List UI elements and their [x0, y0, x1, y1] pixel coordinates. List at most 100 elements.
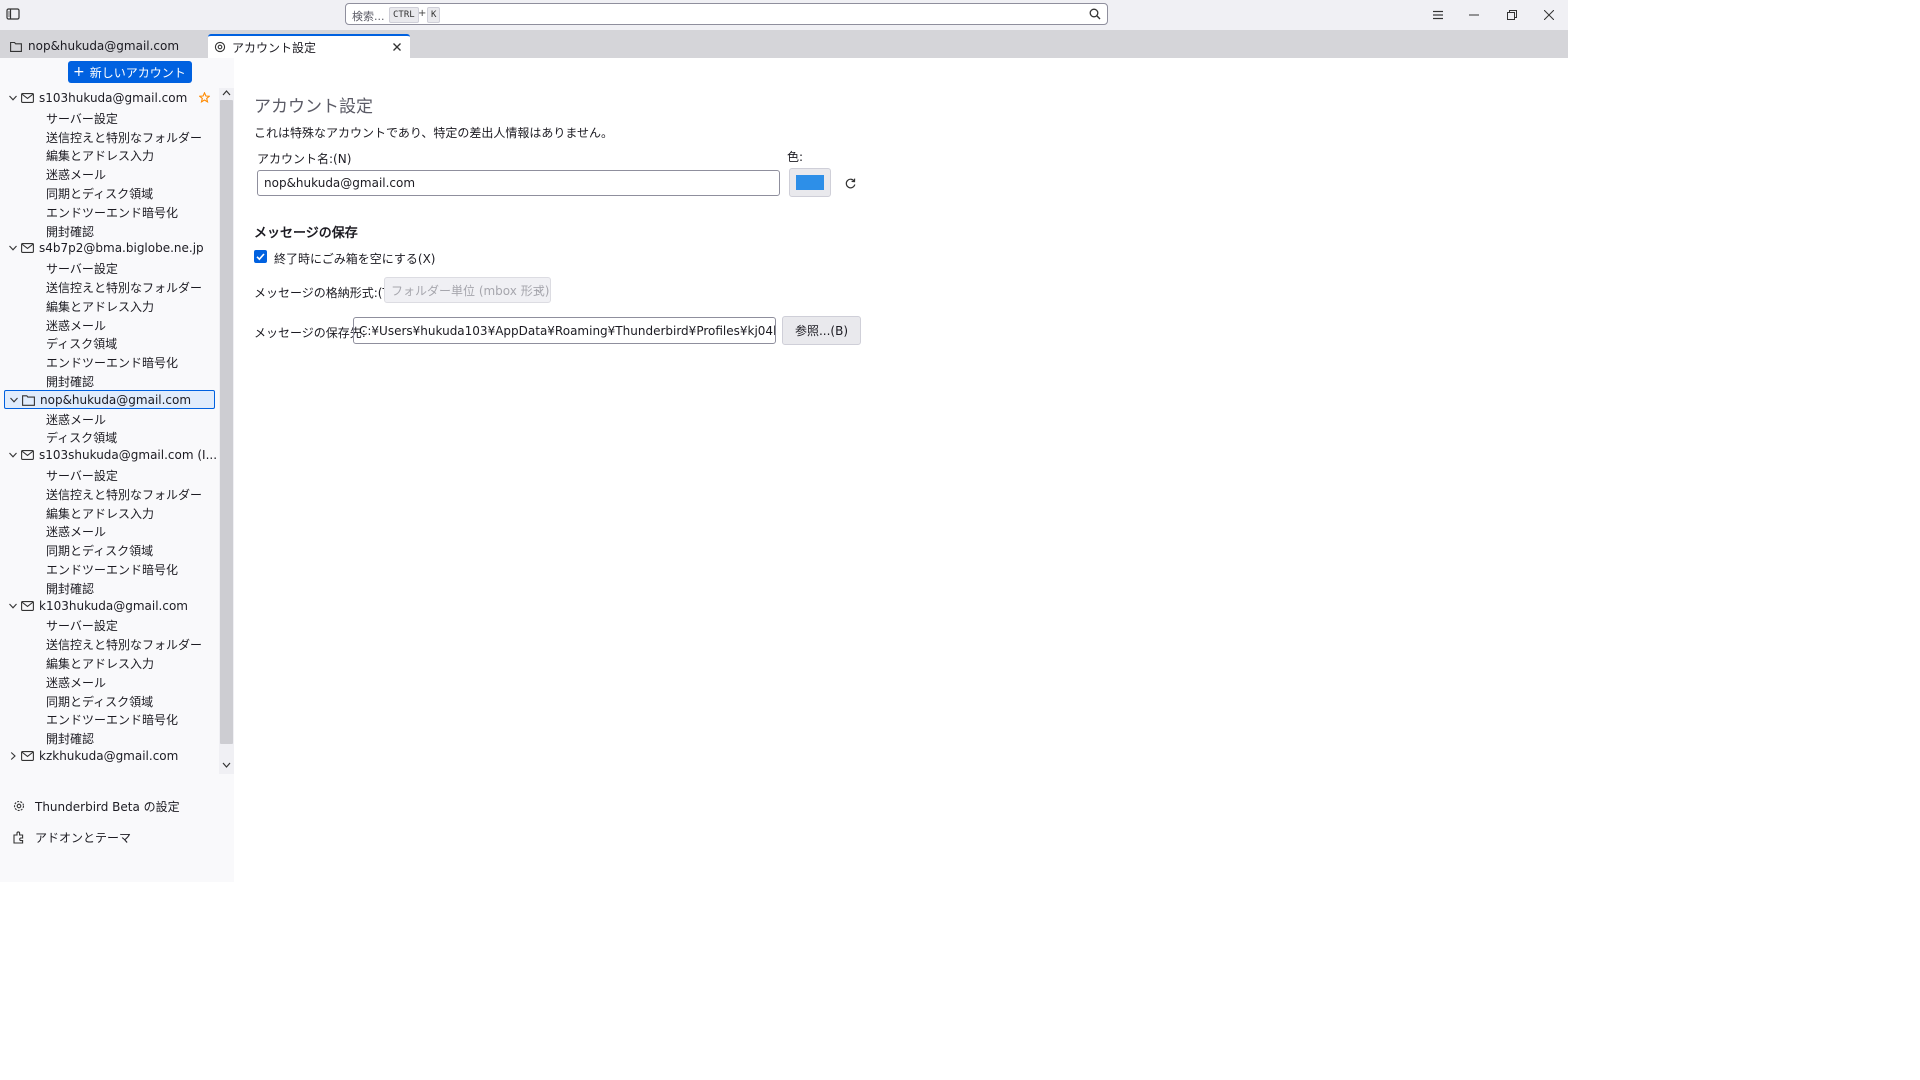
- puzzle-piece-icon: [13, 831, 24, 844]
- empty-trash-label[interactable]: 終了時にごみ箱を空にする(X): [274, 250, 435, 267]
- sidebar-settings-item[interactable]: 迷惑メール: [0, 672, 219, 691]
- spaces-toolbar-icon[interactable]: [6, 7, 20, 21]
- chevron-down-icon[interactable]: [8, 243, 18, 253]
- empty-trash-checkbox[interactable]: [254, 250, 267, 263]
- settings-gear-icon: [214, 41, 226, 53]
- account-name: s103shukuda@gmail.com (I...: [39, 448, 218, 463]
- sidebar-settings-item[interactable]: サーバー設定: [0, 108, 219, 127]
- settings-item-label: サーバー設定: [46, 619, 118, 634]
- settings-item-label: 送信控えと特別なフォルダー: [46, 281, 203, 295]
- chevron-down-icon[interactable]: [8, 601, 18, 611]
- minimize-button[interactable]: [1456, 0, 1492, 30]
- title-bar: 検索... CTRL + K: [0, 0, 1568, 30]
- sidebar-settings-item[interactable]: 同期とディスク領域: [0, 183, 219, 202]
- sidebar-account-item[interactable]: s103shukuda@gmail.com (I...: [0, 446, 219, 465]
- search-icon[interactable]: [1089, 8, 1101, 20]
- settings-item-label: ディスク領域: [46, 337, 118, 352]
- tab-label: アカウント設定: [232, 40, 317, 55]
- store-path-value: C:¥Users¥hukuda103¥AppData¥Roaming¥Thund…: [359, 323, 776, 338]
- sidebar-settings-item[interactable]: エンドツーエンド暗号化: [0, 709, 219, 728]
- new-account-label: 新しいアカウント: [89, 65, 186, 80]
- mail-account-icon: [21, 450, 34, 461]
- browse-button[interactable]: 参照...(B): [782, 316, 861, 345]
- sidebar-settings-item[interactable]: サーバー設定: [0, 615, 219, 634]
- sidebar-settings-item[interactable]: 同期とディスク領域: [0, 540, 219, 559]
- sidebar-settings-item[interactable]: ディスク領域: [0, 333, 219, 352]
- mail-account-icon: [21, 93, 34, 103]
- sidebar-settings-item[interactable]: 迷惑メール: [0, 521, 219, 540]
- sidebar-settings-item[interactable]: サーバー設定: [0, 258, 219, 277]
- checkmark-icon: [256, 253, 265, 261]
- close-tab-icon[interactable]: [390, 40, 404, 54]
- account-name-input[interactable]: nop&hukuda@gmail.com: [257, 170, 780, 196]
- sidebar-settings-item[interactable]: 編集とアドレス入力: [0, 653, 219, 672]
- sidebar-settings-item[interactable]: エンドツーエンド暗号化: [0, 352, 219, 371]
- shortcut-plus: +: [418, 8, 427, 19]
- store-path-input[interactable]: C:¥Users¥hukuda103¥AppData¥Roaming¥Thund…: [353, 317, 776, 344]
- local-folders-icon: [22, 395, 35, 406]
- scroll-up-icon[interactable]: [221, 88, 232, 98]
- message-storage-heading: メッセージの保存: [254, 226, 358, 241]
- settings-item-label: 編集とアドレス入力: [46, 149, 155, 164]
- settings-item-label: エンドツーエンド暗号化: [46, 713, 179, 728]
- account-name: k103hukuda@gmail.com: [39, 598, 188, 613]
- tab-bar: nop&hukuda@gmail.com アカウント設定: [0, 30, 1568, 58]
- sidebar-settings-item[interactable]: サーバー設定: [0, 465, 219, 484]
- sidebar-settings-item[interactable]: 開封確認: [0, 371, 219, 390]
- account-name: s4b7p2@bma.biglobe.ne.jp: [39, 241, 204, 256]
- account-color-picker[interactable]: [789, 168, 831, 197]
- sidebar-settings-item[interactable]: ディスク領域: [0, 427, 219, 446]
- reset-color-icon[interactable]: [844, 177, 857, 190]
- restore-icon: [1507, 10, 1517, 20]
- sidebar-account-item[interactable]: s103hukuda@gmail.com: [0, 89, 219, 108]
- sidebar-settings-item[interactable]: 送信控えと特別なフォルダー: [0, 484, 219, 503]
- sidebar-settings-item[interactable]: 迷惑メール: [0, 315, 219, 334]
- sidebar-settings-item[interactable]: 迷惑メール: [0, 409, 219, 428]
- sidebar-settings-item[interactable]: 同期とディスク領域: [0, 691, 219, 710]
- settings-item-label: 送信控えと特別なフォルダー: [46, 130, 203, 145]
- chevron-down-icon[interactable]: [8, 93, 18, 103]
- addons-themes-link[interactable]: アドオンとテーマ: [12, 827, 131, 847]
- sidebar-settings-item[interactable]: 開封確認: [0, 578, 219, 597]
- sidebar-settings-item[interactable]: エンドツーエンド暗号化: [0, 202, 219, 221]
- sidebar-settings-item[interactable]: 開封確認: [0, 728, 219, 747]
- chevron-down-icon[interactable]: [8, 450, 18, 460]
- sidebar-account-item[interactable]: nop&hukuda@gmail.com: [4, 389, 215, 409]
- close-window-button[interactable]: [1531, 0, 1567, 30]
- sidebar-settings-item[interactable]: 送信控えと特別なフォルダー: [0, 277, 219, 296]
- settings-item-label: 同期とディスク領域: [46, 544, 154, 559]
- sidebar-account-item[interactable]: s4b7p2@bma.biglobe.ne.jp: [0, 239, 219, 258]
- settings-item-label: 迷惑メール: [46, 675, 107, 690]
- thunderbird-settings-link[interactable]: Thunderbird Beta の設定: [12, 796, 180, 816]
- search-placeholder: 検索...: [352, 10, 385, 23]
- sidebar-account-item[interactable]: k103hukuda@gmail.com: [0, 597, 219, 616]
- tab-mail[interactable]: nop&hukuda@gmail.com: [4, 34, 204, 58]
- sidebar-settings-item[interactable]: 送信控えと特別なフォルダー: [0, 127, 219, 146]
- tab-account-settings[interactable]: アカウント設定: [208, 34, 410, 58]
- chevron-down-icon[interactable]: [9, 395, 19, 405]
- scrollbar-thumb[interactable]: [220, 100, 233, 744]
- shortcut-key-k: K: [427, 7, 441, 23]
- sidebar-settings-item[interactable]: 送信控えと特別なフォルダー: [0, 634, 219, 653]
- color-label: 色:: [787, 150, 804, 164]
- chevron-right-icon[interactable]: [8, 751, 18, 761]
- tab-label: nop&hukuda@gmail.com: [28, 39, 180, 53]
- settings-item-label: 送信控えと特別なフォルダー: [46, 638, 203, 653]
- settings-item-label: 送信控えと特別なフォルダー: [46, 487, 203, 502]
- sidebar-settings-item[interactable]: 編集とアドレス入力: [0, 296, 219, 315]
- account-name: nop&hukuda@gmail.com: [40, 392, 192, 407]
- settings-item-label: 同期とディスク領域: [46, 187, 154, 201]
- sidebar-settings-item[interactable]: エンドツーエンド暗号化: [0, 559, 219, 578]
- scroll-down-icon[interactable]: [221, 760, 232, 770]
- sidebar-settings-item[interactable]: 編集とアドレス入力: [0, 145, 219, 164]
- search-input[interactable]: 検索... CTRL + K: [345, 3, 1108, 25]
- minimize-icon: [1469, 14, 1479, 16]
- app-menu-button[interactable]: [1420, 0, 1456, 30]
- sidebar-account-item[interactable]: kzkhukuda@gmail.com: [0, 747, 219, 766]
- restore-button[interactable]: [1494, 0, 1530, 30]
- account-sidebar: + 新しいアカウント s103hukuda@gmail.com サーバー設定 送信控…: [0, 58, 234, 882]
- new-account-button[interactable]: + 新しいアカウント: [68, 61, 192, 83]
- sidebar-settings-item[interactable]: 開封確認: [0, 221, 219, 240]
- sidebar-settings-item[interactable]: 編集とアドレス入力: [0, 503, 219, 522]
- sidebar-settings-item[interactable]: 迷惑メール: [0, 164, 219, 183]
